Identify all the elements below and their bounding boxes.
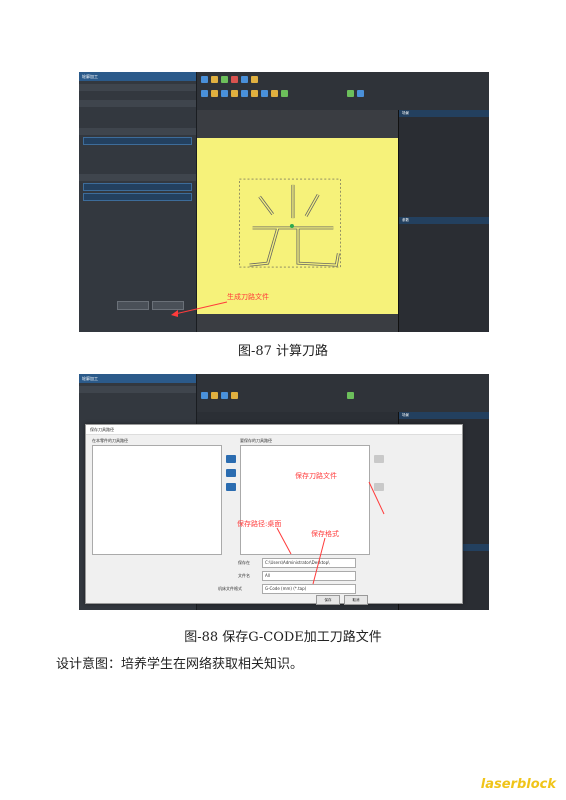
toolbar-icon[interactable]: [231, 76, 238, 83]
section: [79, 100, 196, 107]
toolbar-icon[interactable]: [201, 76, 208, 83]
row: [79, 393, 196, 399]
section: [79, 174, 196, 181]
toolbar-icon[interactable]: [221, 90, 228, 97]
toolbar-icon[interactable]: [241, 90, 248, 97]
row: [79, 119, 196, 125]
toolbar-icon[interactable]: [261, 90, 268, 97]
left-panel-title: 轮廓加工: [79, 72, 196, 81]
toolbar: [197, 374, 489, 412]
right-panel: 场景 参数: [398, 110, 489, 332]
toolbar-icon[interactable]: [347, 392, 354, 399]
left-panel-title: 轮廓加工: [79, 374, 196, 383]
props-title: 参数: [399, 217, 489, 224]
tool-selector[interactable]: [83, 137, 192, 145]
caption-figure-87: 图-87 计算刀路: [237, 344, 329, 359]
material-canvas: [197, 138, 399, 314]
calculate-button[interactable]: [117, 301, 149, 310]
toolbar-icon[interactable]: [271, 90, 278, 97]
row: [79, 91, 196, 97]
dialog-title: 保存刀具路径: [86, 425, 462, 435]
toolbar-icon[interactable]: [231, 392, 238, 399]
toolbar-icon[interactable]: [211, 90, 218, 97]
tool-selector[interactable]: [83, 183, 192, 191]
toolbar-icon[interactable]: [221, 76, 228, 83]
toolbar-icon[interactable]: [347, 90, 354, 97]
toolbar-icon[interactable]: [357, 90, 364, 97]
section: [79, 386, 196, 393]
annotation-arrows: [276, 481, 385, 585]
toolbar-icon[interactable]: [251, 76, 258, 83]
toolbar: [197, 72, 489, 110]
toolbar-icon[interactable]: [211, 392, 218, 399]
design-intent-text: 设计意图：培养学生在网络获取相关知识。: [56, 657, 304, 672]
format-label: 机床文件格式: [218, 586, 242, 591]
available-toolpaths-list[interactable]: [92, 445, 222, 555]
section: [79, 128, 196, 135]
screenshot-save-gcode: 轮廓加工 场景 参数 保存刀具路径 在本零件的刀具路径 要保存的刀具路径 保存在…: [79, 374, 489, 610]
toolbar-icon[interactable]: [281, 90, 288, 97]
toolpath-drawing: [239, 178, 341, 268]
toolbar-icon[interactable]: [201, 392, 208, 399]
tree-title: 场景: [399, 110, 489, 117]
move-up-icon[interactable]: [374, 455, 384, 463]
toolbar-icon[interactable]: [221, 392, 228, 399]
screenshot-calculate-toolpath: 轮廓加工 场景 参数 生成刀路文件: [79, 72, 489, 332]
toolbar-icon[interactable]: [201, 90, 208, 97]
left-panel: 轮廓加工: [79, 72, 197, 332]
cancel-button[interactable]: 取消: [344, 595, 368, 605]
arrow-right-icon[interactable]: [226, 455, 236, 463]
brand-logo: laserblock: [480, 777, 556, 792]
left-list-header: 在本零件的刀具路径: [92, 438, 128, 443]
row: [79, 165, 196, 171]
toolbar-icon[interactable]: [211, 76, 218, 83]
double-arrow-left-icon[interactable]: [226, 483, 236, 491]
tool-selector[interactable]: [83, 193, 192, 201]
annotation-arrow: [171, 301, 228, 317]
section: [79, 84, 196, 91]
toolbar-icon[interactable]: [241, 76, 248, 83]
annotation-generate-file: 生成刀路文件: [227, 293, 269, 301]
save-button[interactable]: 保存: [316, 595, 340, 605]
caption-figure-88: 图-88 保存G-CODE加工刀路文件: [184, 630, 382, 645]
arrow-left-icon[interactable]: [226, 469, 236, 477]
toolbar-icon[interactable]: [251, 90, 258, 97]
toolbar-icon[interactable]: [231, 90, 238, 97]
tree-title: 场景: [399, 412, 489, 419]
right-list-header: 要保存的刀具路径: [240, 438, 272, 443]
